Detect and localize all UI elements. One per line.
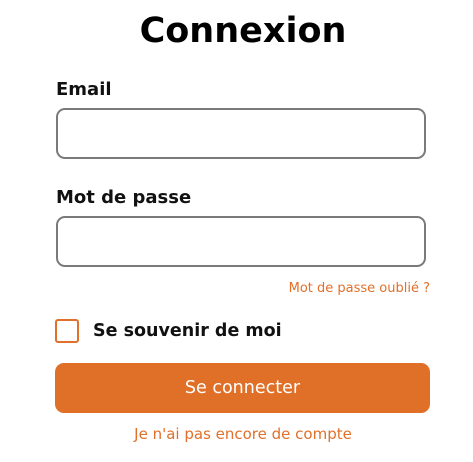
password-label: Mot de passe (56, 187, 192, 208)
remember-me-label[interactable]: Se souvenir de moi (93, 319, 282, 343)
forgot-password-link[interactable]: Mot de passe oublié ? (289, 281, 430, 297)
page-title: Connexion (139, 11, 347, 51)
login-page: Connexion Email Mot de passe Mot de pass… (0, 0, 473, 462)
email-field[interactable] (56, 108, 426, 159)
password-field[interactable] (56, 216, 426, 267)
remember-me-row[interactable]: Se souvenir de moi (55, 319, 282, 343)
remember-me-checkbox[interactable] (55, 319, 79, 343)
login-button[interactable]: Se connecter (55, 363, 430, 413)
email-label: Email (56, 79, 112, 100)
signup-link[interactable]: Je n'ai pas encore de compte (0, 425, 473, 443)
